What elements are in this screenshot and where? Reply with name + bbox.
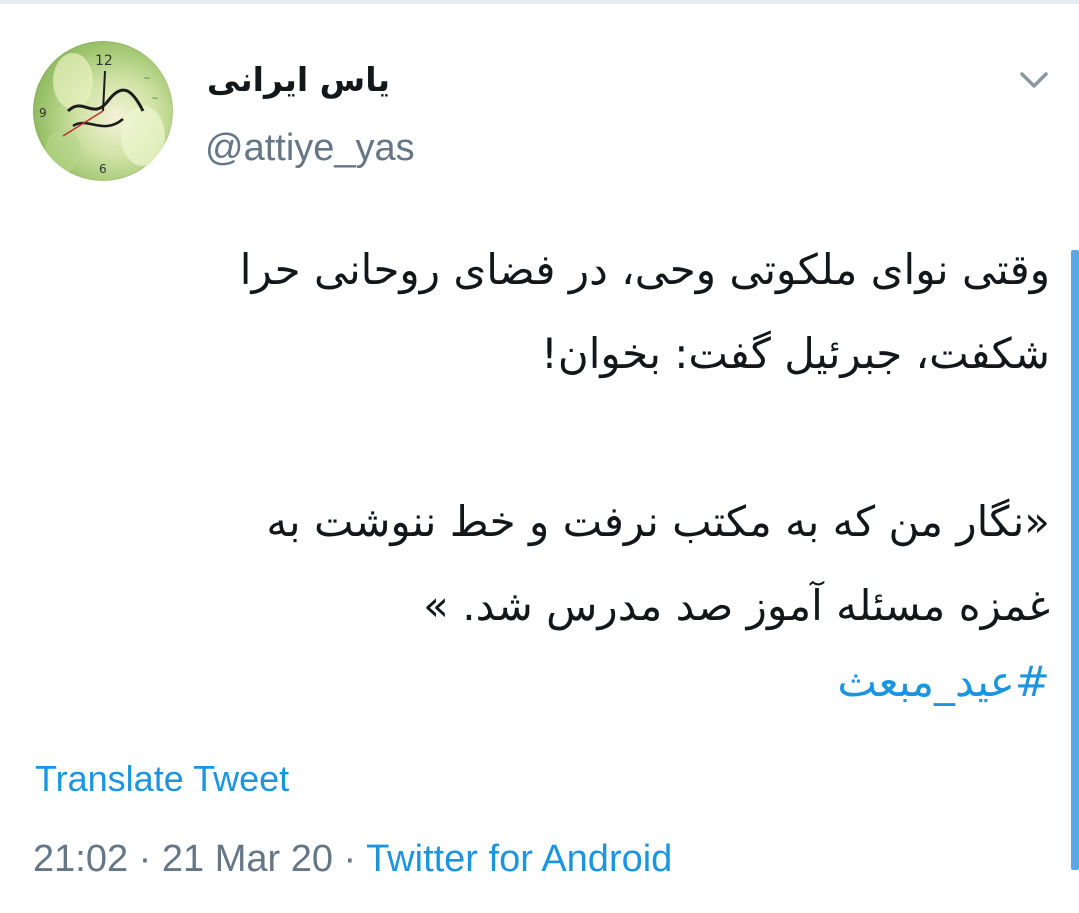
tweet-metadata: 21:02 · 21 Mar 20 · Twitter for Android: [33, 836, 672, 882]
chevron-down-icon[interactable]: [1014, 60, 1054, 100]
user-handle[interactable]: @attiye_yas: [205, 125, 415, 171]
svg-text:6: 6: [99, 162, 107, 176]
avatar[interactable]: 12 9 6 ~ ~: [33, 41, 173, 181]
meta-separator: ·: [343, 838, 357, 880]
svg-text:~: ~: [151, 94, 159, 104]
tweet-source-link[interactable]: Twitter for Android: [366, 838, 672, 880]
svg-text:9: 9: [39, 106, 47, 120]
tweet-text: وقتی نوای ملکوتی وحی، در فضای روحانی حرا…: [30, 228, 1050, 648]
scrollbar[interactable]: [1071, 250, 1079, 870]
meta-separator: ·: [138, 838, 152, 880]
translate-tweet-link[interactable]: Translate Tweet: [35, 757, 289, 801]
hashtag-link[interactable]: #عید_مبعث: [30, 640, 1050, 724]
tweet-text-line: وقتی نوای ملکوتی وحی، در فضای روحانی حرا: [239, 245, 1050, 294]
display-name[interactable]: یاس ایرانی: [200, 58, 390, 102]
tweet-text-line: «نگار من که به مکتب نرفت و خط ننوشت به: [266, 497, 1050, 546]
tweet-date: 21 Mar 20: [161, 838, 333, 880]
top-divider: [0, 0, 1079, 4]
svg-text:12: 12: [95, 53, 113, 69]
tweet-text-line: غمزه مسئله آموز صد مدرس شد. »: [423, 581, 1050, 630]
svg-text:~: ~: [143, 74, 151, 84]
tweet-time: 21:02: [33, 838, 129, 880]
clock-calligraphy-icon: 12 9 6 ~ ~: [39, 53, 165, 176]
tweet-text-line: شکفت، جبرئیل گفت: بخوان!: [541, 329, 1050, 378]
